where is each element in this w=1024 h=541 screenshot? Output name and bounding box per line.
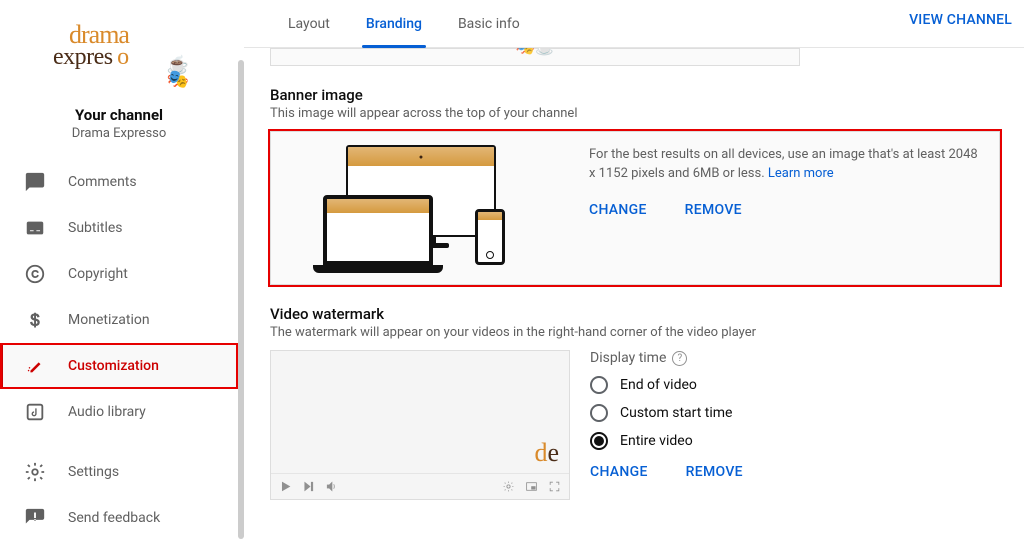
banner-desc: This image will appear across the top of… [270, 106, 1000, 121]
comments-icon [24, 171, 46, 193]
sidebar-item-audio-library[interactable]: Audio library [0, 389, 238, 435]
radio-icon [590, 432, 608, 450]
svg-text:$: $ [30, 312, 39, 330]
banner-info: For the best results on all devices, use… [571, 132, 999, 284]
watermark-desc: The watermark will appear on your videos… [270, 325, 1000, 340]
view-channel-link[interactable]: VIEW CHANNEL [909, 12, 1012, 28]
watermark-change-button[interactable]: CHANGE [590, 464, 648, 480]
play-icon[interactable] [279, 480, 292, 493]
mask-icon: 🎭☕ [515, 48, 555, 57]
logo-masks-icon: ☕🎭 [167, 58, 189, 86]
help-icon[interactable]: ? [672, 351, 687, 366]
sidebar-item-label: Settings [68, 464, 119, 480]
watermark-logo: de [534, 443, 559, 463]
radio-icon [590, 376, 608, 394]
scrollbar[interactable] [238, 60, 244, 539]
sidebar-nav: Comments Subtitles C Copyright $ Monetiz… [0, 159, 238, 541]
tab-basic-info[interactable]: Basic info [440, 0, 538, 48]
channel-header: Your channel Drama Expresso [0, 100, 238, 159]
svg-text:C: C [31, 270, 38, 281]
banner-card: For the best results on all devices, use… [270, 131, 1000, 285]
miniplayer-icon[interactable] [525, 480, 538, 493]
subtitles-icon [24, 217, 46, 239]
sidebar-item-subtitles[interactable]: Subtitles [0, 205, 238, 251]
channel-logo: drama expreso ☕🎭 [0, 0, 238, 100]
tab-branding[interactable]: Branding [348, 0, 440, 48]
banner-title: Banner image [270, 86, 1000, 104]
customization-icon [24, 355, 46, 377]
radio-entire-video[interactable]: Entire video [590, 432, 743, 450]
sidebar-item-label: Customization [68, 358, 159, 374]
sidebar-item-label: Send feedback [68, 510, 160, 526]
tab-layout[interactable]: Layout [270, 0, 348, 48]
sidebar-item-label: Audio library [68, 404, 146, 420]
radio-icon [590, 404, 608, 422]
settings-icon [24, 461, 46, 483]
radio-end-of-video[interactable]: End of video [590, 376, 743, 394]
video-controls [271, 473, 569, 499]
sidebar-item-label: Subtitles [68, 220, 123, 236]
radio-label: End of video [620, 377, 697, 393]
logo-line2: expreso [53, 44, 129, 71]
audio-library-icon [24, 401, 46, 423]
copyright-icon: C [24, 263, 46, 285]
device-laptop-icon [323, 195, 433, 265]
watermark-section: Video watermark The watermark will appea… [270, 305, 1000, 500]
watermark-title: Video watermark [270, 305, 1000, 323]
watermark-remove-button[interactable]: REMOVE [686, 464, 743, 480]
banner-change-button[interactable]: CHANGE [589, 200, 647, 220]
channel-name: Drama Expresso [0, 126, 238, 141]
fullscreen-icon[interactable] [548, 480, 561, 493]
banner-preview [271, 132, 571, 284]
sidebar: drama expreso ☕🎭 Your channel Drama Expr… [0, 0, 238, 539]
volume-icon[interactable] [325, 480, 338, 493]
banner-section: Banner image This image will appear acro… [270, 86, 1000, 285]
radio-label: Entire video [620, 433, 693, 449]
sidebar-item-monetization[interactable]: $ Monetization [0, 297, 238, 343]
sidebar-item-comments[interactable]: Comments [0, 159, 238, 205]
tab-bar: Layout Branding Basic info VIEW CHANNEL [244, 0, 1024, 48]
sidebar-item-label: Monetization [68, 312, 150, 328]
watermark-preview: de [270, 350, 570, 500]
next-icon[interactable] [302, 480, 315, 493]
banner-remove-button[interactable]: REMOVE [685, 200, 742, 220]
profile-pic-card-peek: 🎭☕ [270, 48, 800, 66]
radio-custom-start-time[interactable]: Custom start time [590, 404, 743, 422]
feedback-icon [24, 507, 46, 529]
learn-more-link[interactable]: Learn more [768, 166, 834, 181]
sidebar-item-label: Copyright [68, 266, 128, 282]
sidebar-item-copyright[interactable]: C Copyright [0, 251, 238, 297]
device-phone-icon [475, 209, 505, 265]
display-time-options: Display time ? End of video Custom start… [590, 350, 743, 500]
your-channel-label: Your channel [0, 106, 238, 124]
display-time-label: Display time [590, 350, 666, 366]
monetization-icon: $ [24, 309, 46, 331]
radio-label: Custom start time [620, 405, 732, 421]
sidebar-item-label: Comments [68, 174, 137, 190]
main: Layout Branding Basic info VIEW CHANNEL … [238, 0, 1024, 539]
sidebar-item-settings[interactable]: Settings [0, 449, 238, 495]
sidebar-item-customization[interactable]: Customization [0, 343, 238, 389]
settings-cog-icon[interactable] [502, 480, 515, 493]
sidebar-item-send-feedback[interactable]: Send feedback [0, 495, 238, 541]
